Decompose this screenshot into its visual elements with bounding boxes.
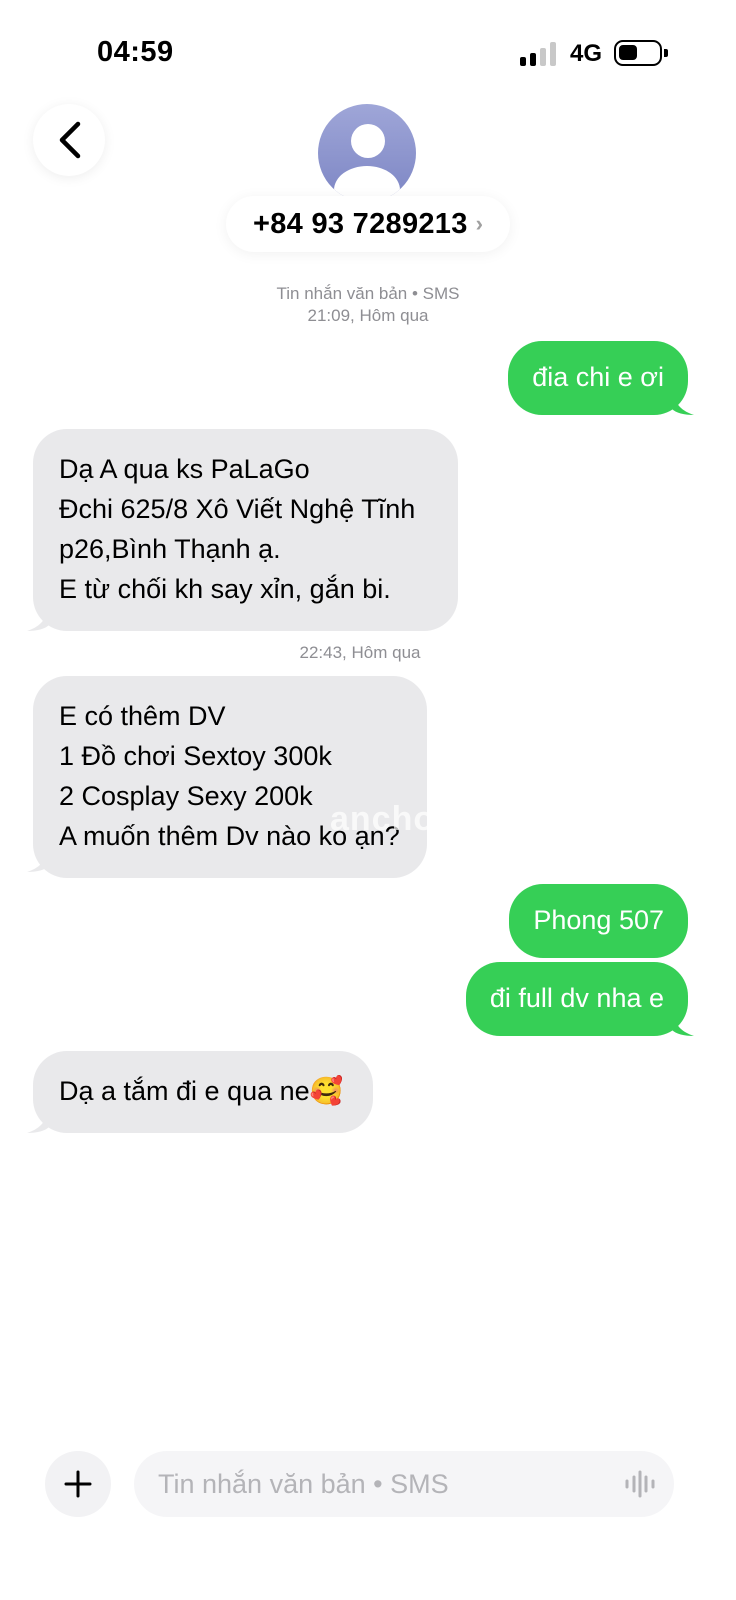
message-text-line: 1 Đồ chơi Sextoy 300k xyxy=(59,741,332,771)
message-text-line: E từ chối kh say xỉn, gắn bi. xyxy=(59,574,391,604)
message-text: đia chi e ơi xyxy=(532,362,664,392)
outgoing-message[interactable]: đi full dv nha e xyxy=(465,962,694,1036)
waveform-icon[interactable] xyxy=(624,1469,656,1499)
message-text-line: p26,Bình Thạnh ạ. xyxy=(59,534,281,564)
chevron-right-icon: › xyxy=(475,211,483,236)
message-text-line: E có thêm DV xyxy=(59,701,226,731)
status-bar: 04:59 4G xyxy=(0,0,736,100)
incoming-message[interactable]: Dạ A qua ks PaLaGo Đchi 625/8 Xô Viết Ng… xyxy=(27,429,458,631)
network-type: 4G xyxy=(570,40,603,67)
outgoing-message[interactable]: Phong 507 xyxy=(509,884,688,958)
message-input[interactable] xyxy=(158,1451,588,1517)
back-button[interactable] xyxy=(33,104,105,176)
message-type-label: Tin nhắn văn bản • SMS xyxy=(276,284,460,303)
chevron-left-icon xyxy=(59,121,81,159)
signal-icon xyxy=(520,42,558,66)
contact-name-button[interactable]: +84 93 7289213 › xyxy=(226,196,510,252)
message-text: Dạ a tắm đi e qua ne🥰 xyxy=(59,1076,344,1106)
plus-icon xyxy=(64,1470,92,1498)
watermark: ancho xyxy=(330,800,436,838)
contact-avatar[interactable] xyxy=(318,104,416,202)
message-composer xyxy=(134,1451,674,1517)
conversation-meta: Tin nhắn văn bản • SMS 21:09, Hôm qua xyxy=(218,284,518,326)
status-time: 04:59 xyxy=(97,36,174,68)
message-text: đi full dv nha e xyxy=(489,983,664,1013)
outgoing-message[interactable]: đia chi e ơi xyxy=(508,341,694,415)
add-attachment-button[interactable] xyxy=(45,1451,111,1517)
timestamp: 21:09, Hôm qua xyxy=(307,306,429,325)
message-text: Phong 507 xyxy=(533,905,664,935)
contact-number: +84 93 7289213 xyxy=(253,207,468,240)
battery-icon xyxy=(614,40,668,66)
incoming-message[interactable]: E có thêm DV 1 Đồ chơi Sextoy 300k 2 Cos… xyxy=(33,676,427,878)
incoming-message[interactable]: Dạ a tắm đi e qua ne🥰 xyxy=(27,1051,374,1133)
timestamp: 22:43, Hôm qua xyxy=(299,643,421,662)
message-text-line: Dạ A qua ks PaLaGo xyxy=(59,454,310,484)
person-icon xyxy=(351,124,385,158)
message-text-line: Đchi 625/8 Xô Viết Nghệ Tĩnh xyxy=(59,494,416,524)
